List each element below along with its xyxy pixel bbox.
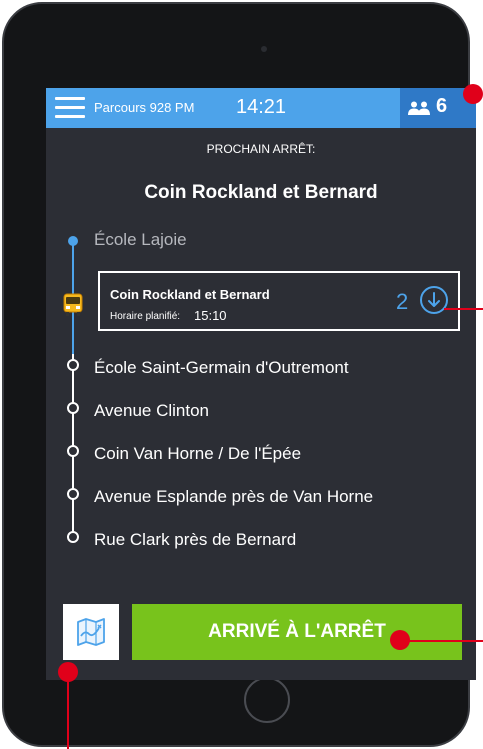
annotation-line-count [444, 308, 483, 310]
stop-marker [67, 531, 79, 543]
annotation-line-arrive [400, 640, 483, 642]
home-button[interactable] [244, 677, 290, 723]
top-bar: Parcours 928 PM 14:21 6 [46, 88, 476, 128]
hamburger-menu-icon[interactable] [55, 97, 85, 119]
drop-off-count: 2 [396, 289, 409, 314]
route-label: Parcours 928 PM [94, 100, 195, 115]
arrow-down-circle-icon [420, 286, 448, 314]
schedule-time: 15:10 [194, 308, 227, 323]
stop-marker [67, 445, 79, 457]
stop-marker [67, 488, 79, 500]
next-stop-heading: PROCHAIN ARRÊT: [206, 142, 316, 156]
stop-item-upcoming[interactable]: École Saint-Germain d'Outremont [94, 358, 349, 378]
current-stop-card[interactable]: Coin Rockland et Bernard Horaire planifi… [98, 271, 460, 331]
current-stop-name: Coin Rockland et Bernard [110, 287, 270, 302]
stop-item-upcoming[interactable]: Coin Van Horne / De l'Épée [94, 444, 301, 464]
passenger-count: 6 [436, 95, 448, 117]
stop-marker [67, 359, 79, 371]
clock: 14:21 [236, 96, 287, 118]
stop-marker-passed [68, 236, 78, 246]
map-button[interactable] [63, 604, 119, 660]
stop-item-upcoming[interactable]: Rue Clark près de Bernard [94, 530, 296, 550]
stop-item-upcoming[interactable]: Avenue Esplande près de Van Horne [94, 487, 373, 507]
next-stop-name: Coin Rockland et Bernard [144, 182, 378, 203]
annotation-marker-passengers [463, 84, 483, 104]
people-icon [408, 101, 430, 115]
bus-icon [63, 293, 83, 316]
map-icon [77, 618, 105, 646]
stop-item-previous[interactable]: École Lajoie [94, 230, 187, 250]
stop-item-upcoming[interactable]: Avenue Clinton [94, 401, 209, 421]
camera-icon [261, 46, 267, 52]
arrived-at-stop-button[interactable]: ARRIVÉ À L'ARRÊT [132, 604, 462, 660]
schedule-label: Horaire planifié: [110, 311, 181, 322]
annotation-line-map [67, 672, 69, 749]
stop-marker [67, 402, 79, 414]
app-screen: Parcours 928 PM 14:21 6 PROCHAIN ARRÊT: … [46, 88, 476, 680]
